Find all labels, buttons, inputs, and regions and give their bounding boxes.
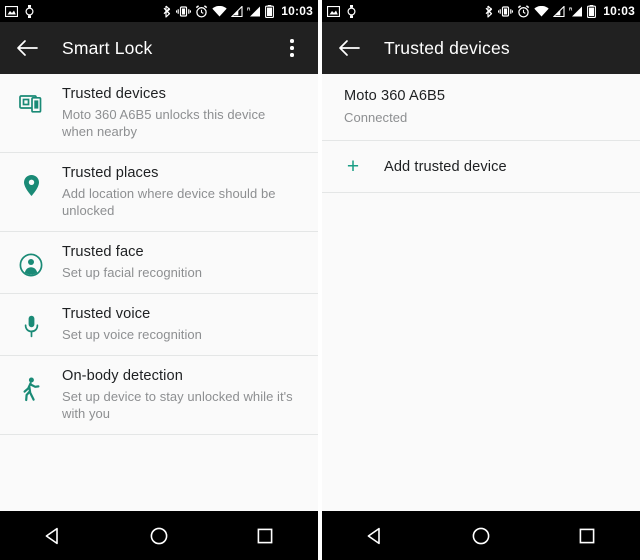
screenshot-icon xyxy=(327,5,340,17)
device-name: Moto 360 A6B5 xyxy=(344,88,446,104)
signal-icon xyxy=(553,5,565,17)
list-item-trusted-devices[interactable]: Trusted devices Moto 360 A6B5 unlocks th… xyxy=(0,74,318,153)
overflow-menu-icon[interactable] xyxy=(280,32,304,64)
home-circle-icon[interactable] xyxy=(452,511,510,560)
recents-square-icon[interactable] xyxy=(236,511,294,560)
list-item-device[interactable]: Moto 360 A6B5 Connected xyxy=(322,74,640,141)
list-item-trusted-voice[interactable]: Trusted voice Set up voice recognition xyxy=(0,294,318,356)
action-bar: Smart Lock xyxy=(0,22,318,74)
add-trusted-device-button[interactable]: + Add trusted device xyxy=(322,141,640,193)
location-pin-icon xyxy=(0,164,62,197)
list-item-subtitle: Set up device to stay unlocked while it'… xyxy=(62,389,293,421)
dual-screenshot-container: R 10:03 Smart Lock Trusted devices Moto … xyxy=(0,0,640,560)
battery-icon xyxy=(587,4,597,18)
arrow-back-icon[interactable] xyxy=(14,35,40,61)
status-bar-clock: 10:03 xyxy=(281,4,313,18)
back-triangle-icon[interactable] xyxy=(24,511,82,560)
list-item-title: Trusted devices xyxy=(62,86,166,102)
page-title: Trusted devices xyxy=(384,37,510,58)
device-status: Connected xyxy=(344,110,408,125)
recents-square-icon[interactable] xyxy=(558,511,616,560)
list-item-text: Trusted devices Moto 360 A6B5 unlocks th… xyxy=(62,85,302,140)
status-bar-notification-icons xyxy=(327,4,356,18)
list-item-subtitle: Moto 360 A6B5 unlocks this device when n… xyxy=(62,107,266,139)
navigation-bar xyxy=(0,511,318,560)
microphone-icon xyxy=(0,305,62,338)
list-item-trusted-places[interactable]: Trusted places Add location where device… xyxy=(0,153,318,232)
settings-list-container: Trusted devices Moto 360 A6B5 unlocks th… xyxy=(0,74,318,511)
roaming-signal-icon: R xyxy=(247,6,261,17)
left-phone-screen: R 10:03 Smart Lock Trusted devices Moto … xyxy=(0,0,320,560)
trusted-devices-list: Moto 360 A6B5 Connected + Add trusted de… xyxy=(322,74,640,193)
list-item-on-body-detection[interactable]: On-body detection Set up device to stay … xyxy=(0,356,318,435)
list-item-title: Trusted places xyxy=(62,165,159,181)
signal-icon xyxy=(231,5,243,17)
action-bar: Trusted devices xyxy=(322,22,640,74)
alarm-icon xyxy=(195,4,208,18)
list-item-text: On-body detection Set up device to stay … xyxy=(62,367,302,422)
arrow-back-icon[interactable] xyxy=(336,35,362,61)
account-circle-icon xyxy=(0,243,62,277)
navigation-bar xyxy=(322,511,640,560)
list-item-trusted-face[interactable]: Trusted face Set up facial recognition xyxy=(0,232,318,294)
add-trusted-device-label: Add trusted device xyxy=(384,158,507,175)
battery-icon xyxy=(265,4,275,18)
list-item-title: Trusted face xyxy=(62,244,144,260)
status-bar-clock: 10:03 xyxy=(603,4,635,18)
list-item-subtitle: Set up facial recognition xyxy=(62,265,203,280)
list-item-subtitle: Set up voice recognition xyxy=(62,327,202,342)
list-item-text: Trusted places Add location where device… xyxy=(62,164,302,219)
list-item-title: On-body detection xyxy=(62,368,183,384)
status-bar: R 10:03 xyxy=(0,0,318,22)
status-bar: R 10:03 xyxy=(322,0,640,22)
watch-icon xyxy=(347,4,356,18)
vibrate-icon xyxy=(498,5,514,17)
list-item-text: Trusted voice Set up voice recognition xyxy=(62,305,302,343)
bluetooth-icon xyxy=(485,5,494,18)
list-item-text: Trusted face Set up facial recognition xyxy=(62,243,302,281)
plus-icon: + xyxy=(346,155,360,178)
right-phone-screen: R 10:03 Trusted devices Moto 360 A6B5 Co… xyxy=(320,0,640,560)
wifi-icon xyxy=(212,5,227,17)
vibrate-icon xyxy=(176,5,192,17)
svg-text:R: R xyxy=(569,6,573,11)
smart-lock-list: Trusted devices Moto 360 A6B5 unlocks th… xyxy=(0,74,318,435)
status-bar-notification-icons xyxy=(5,4,34,18)
bluetooth-icon xyxy=(163,5,172,18)
list-item-title: Trusted voice xyxy=(62,306,151,322)
devices-icon xyxy=(0,85,62,114)
back-triangle-icon[interactable] xyxy=(346,511,404,560)
walking-person-icon xyxy=(0,367,62,402)
screenshot-icon xyxy=(5,5,18,17)
watch-icon xyxy=(25,4,34,18)
home-circle-icon[interactable] xyxy=(130,511,188,560)
wifi-icon xyxy=(534,5,549,17)
roaming-signal-icon: R xyxy=(569,6,583,17)
alarm-icon xyxy=(517,4,530,18)
svg-text:R: R xyxy=(247,6,251,11)
status-bar-system-icons: R 10:03 xyxy=(163,4,313,18)
trusted-devices-list-container: Moto 360 A6B5 Connected + Add trusted de… xyxy=(322,74,640,511)
status-bar-system-icons: R 10:03 xyxy=(485,4,635,18)
list-item-subtitle: Add location where device should be unlo… xyxy=(62,186,276,218)
page-title: Smart Lock xyxy=(62,37,153,58)
